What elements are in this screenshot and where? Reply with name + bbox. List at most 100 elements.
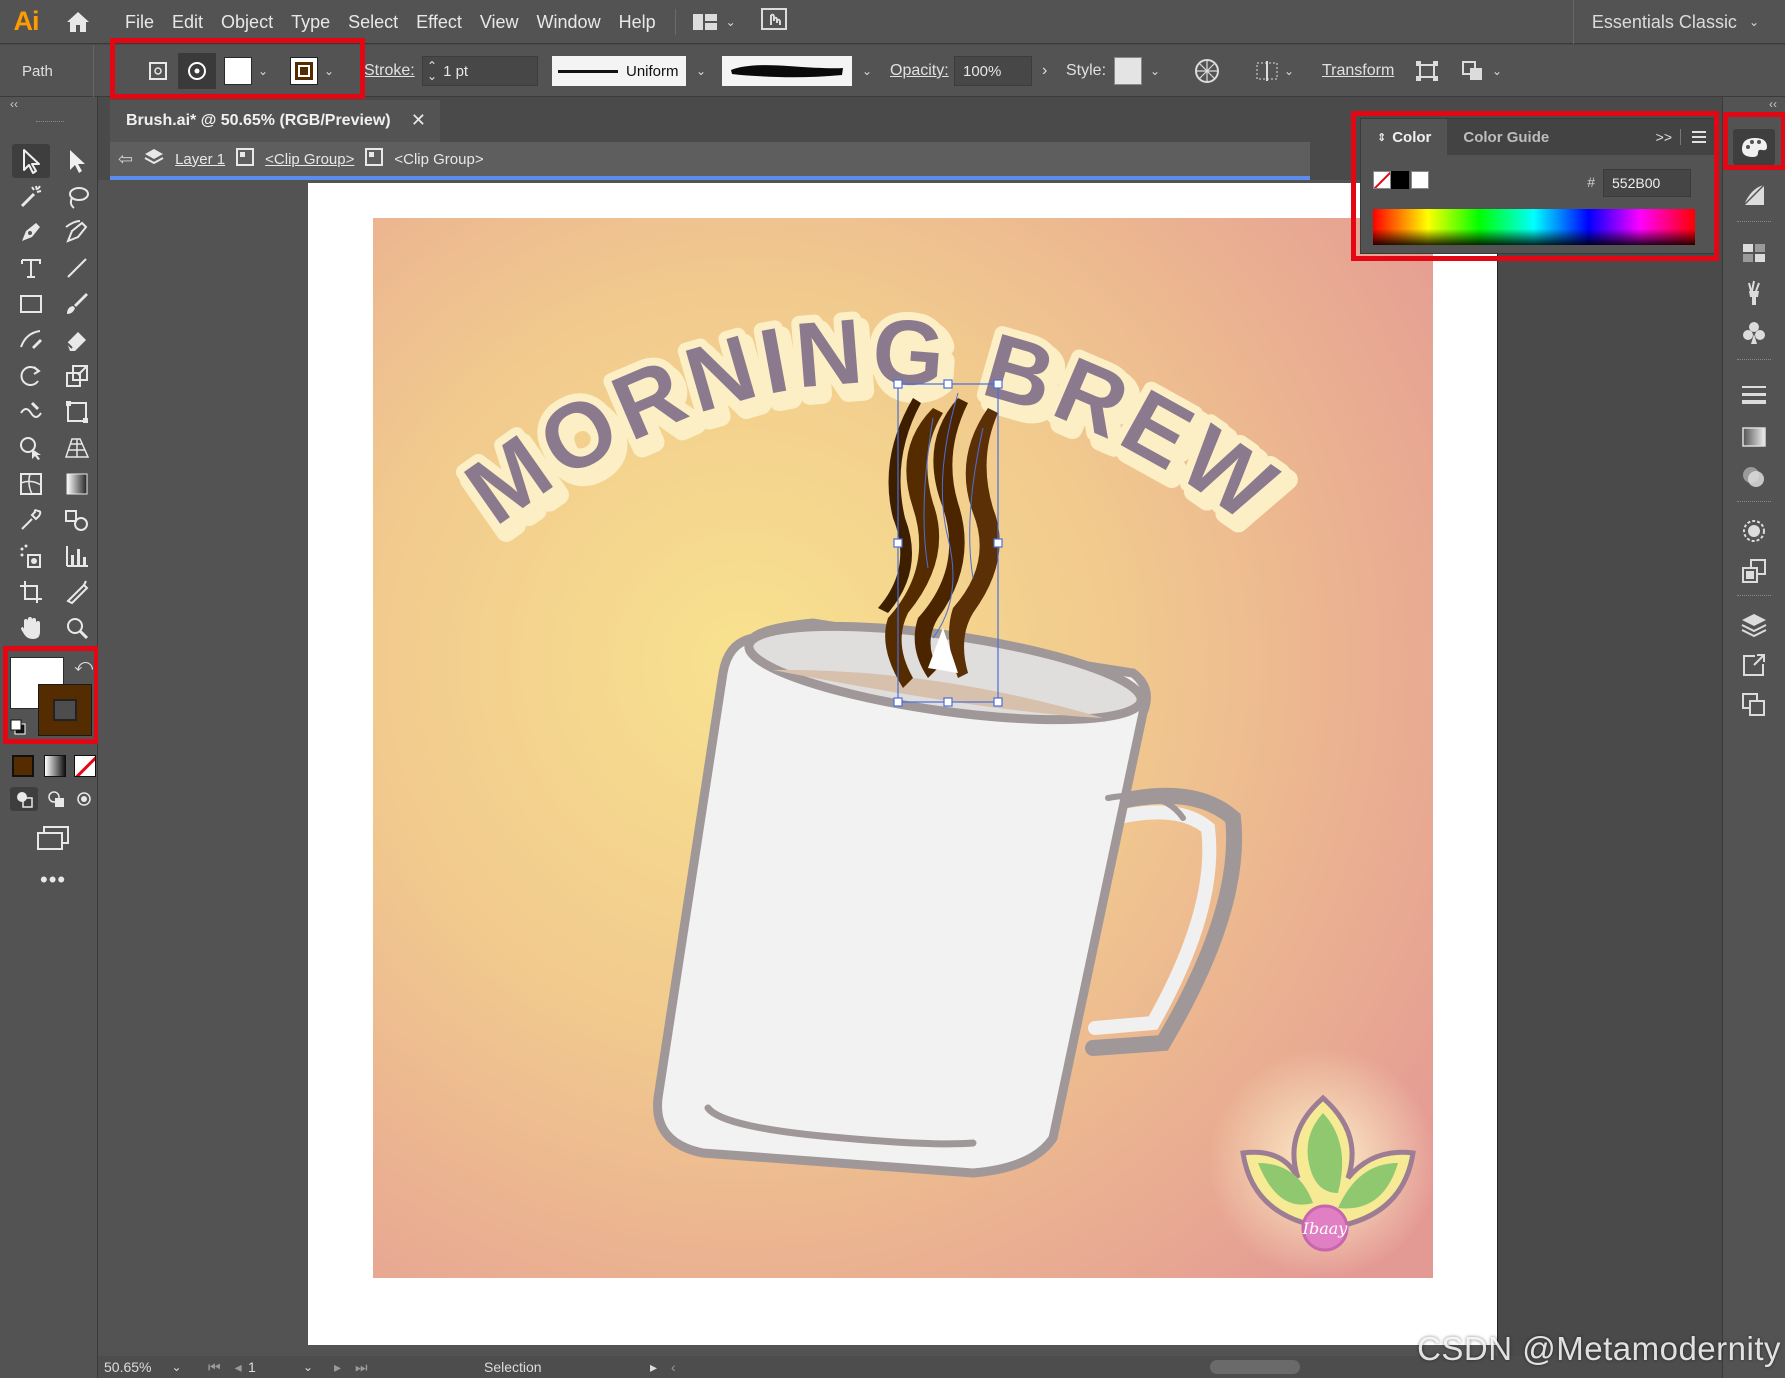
draw-inside-icon[interactable] [70, 787, 98, 811]
stroke-weight-value[interactable]: 1 pt [443, 63, 529, 80]
type-tool-icon[interactable] [12, 251, 50, 285]
gradient-panel-icon[interactable] [1733, 419, 1775, 455]
chevron-down-icon[interactable]: ⌄ [1150, 64, 1160, 78]
color-mode-icon[interactable] [12, 755, 34, 777]
document-tab[interactable]: Brush.ai* @ 50.65% (RGB/Preview) ✕ [110, 100, 440, 142]
zoom-level[interactable]: 50.65% [104, 1359, 151, 1375]
variable-width-profile[interactable]: Uniform [552, 56, 686, 86]
chevron-down-icon[interactable]: ⌄ [324, 64, 334, 78]
scroll-left-icon[interactable]: ‹ [671, 1359, 676, 1375]
chevron-down-icon[interactable]: ⌄ [171, 1360, 181, 1374]
menu-file[interactable]: File [116, 0, 163, 44]
horizontal-scrollbar-thumb[interactable] [1210, 1360, 1300, 1374]
transform-link[interactable]: Transform [1322, 62, 1394, 80]
chevron-right-icon[interactable]: › [1042, 62, 1047, 80]
brushes-icon[interactable] [1733, 275, 1775, 311]
symbol-sprayer-icon[interactable] [12, 539, 50, 573]
draw-behind-icon[interactable] [42, 787, 70, 811]
dock-grip[interactable] [1737, 359, 1771, 362]
screen-mode-icon[interactable] [36, 825, 70, 856]
selection-tool-icon[interactable] [12, 144, 50, 178]
swap-colors-icon[interactable]: ⤺ [74, 655, 93, 676]
tab-color[interactable]: ⇕ Color [1361, 119, 1448, 155]
magic-wand-icon[interactable] [12, 180, 50, 214]
arrange-documents-icon[interactable]: ⌄ [686, 12, 742, 32]
menu-help[interactable]: Help [610, 0, 665, 44]
menu-effect[interactable]: Effect [407, 0, 471, 44]
arrange-icon[interactable]: ⌄ [1460, 45, 1502, 97]
collapse-dock-icon[interactable]: ‹‹ [1769, 97, 1777, 111]
stroke-color-proxy[interactable] [38, 684, 92, 736]
first-artboard-icon[interactable]: ⏮ [208, 1359, 221, 1376]
dock-grip[interactable] [1737, 501, 1771, 504]
menu-edit[interactable]: Edit [163, 0, 212, 44]
hex-color-value[interactable]: 552B00 [1612, 175, 1660, 191]
color-guide-icon[interactable] [1733, 177, 1775, 213]
paintbrush-icon[interactable] [58, 287, 96, 321]
shape-builder-icon[interactable] [12, 431, 50, 465]
stroke-swatch[interactable] [290, 57, 318, 85]
stroke-weight-stepper[interactable]: ⌃ ⌄ 1 pt [422, 56, 538, 86]
symbols-icon[interactable] [1733, 315, 1775, 351]
shape-transform-icon[interactable] [1414, 45, 1440, 97]
slice-icon[interactable] [58, 575, 96, 609]
none-color-swatch[interactable] [1373, 171, 1391, 189]
tab-color-guide[interactable]: Color Guide [1447, 119, 1565, 155]
white-color-swatch[interactable] [1411, 171, 1429, 189]
chevron-down-icon[interactable]: ⌄ [696, 64, 706, 78]
isolate-object-icon[interactable] [178, 53, 216, 89]
stroke-panel-icon[interactable] [1733, 377, 1775, 413]
free-transform-icon[interactable] [58, 395, 96, 429]
recolor-artwork-icon[interactable] [1194, 45, 1220, 97]
status-menu-arrow-icon[interactable]: ▸ [650, 1359, 657, 1376]
dock-grip[interactable] [1737, 595, 1771, 598]
graph-icon[interactable] [58, 539, 96, 573]
opacity-value[interactable]: 100% [963, 63, 1001, 80]
fill-swatch-control[interactable]: ⌄ [224, 45, 268, 97]
last-artboard-icon[interactable]: ⏭ [355, 1359, 368, 1376]
breadcrumb-clip-group-1[interactable]: <Clip Group> [265, 151, 354, 168]
transparency-icon[interactable] [1733, 459, 1775, 495]
eyedropper-icon[interactable] [12, 503, 50, 537]
workspace-switcher[interactable]: Essentials Classic ⌄ [1572, 0, 1759, 44]
eraser-icon[interactable] [58, 323, 96, 357]
stroke-swatch-control[interactable]: ⌄ [290, 45, 334, 97]
stroke-label[interactable]: Stroke: [364, 62, 415, 80]
swatches-icon[interactable] [1733, 235, 1775, 271]
menu-view[interactable]: View [471, 0, 528, 44]
artwork[interactable]: MORNING BREW MORNING BREW MORNING BREW I… [373, 218, 1433, 1278]
appearance-icon[interactable] [1733, 513, 1775, 549]
graphic-style-swatch[interactable] [1114, 57, 1143, 85]
panel-menu-icon[interactable] [1681, 119, 1717, 155]
collapse-panel-icon[interactable]: ‹‹ [10, 97, 18, 111]
expand-panel-icon[interactable]: >> [1648, 119, 1680, 155]
blend-icon[interactable] [58, 503, 96, 537]
asset-export-icon[interactable] [1733, 647, 1775, 683]
menu-object[interactable]: Object [212, 0, 282, 44]
gradient-tool-icon[interactable] [58, 467, 96, 501]
hex-color-field[interactable]: 552B00 [1603, 169, 1691, 197]
draw-normal-icon[interactable] [10, 787, 38, 811]
perspective-grid-icon[interactable] [58, 431, 96, 465]
menu-window[interactable]: Window [528, 0, 610, 44]
artboard-tool-icon[interactable] [12, 575, 50, 609]
curvature-tool-icon[interactable] [58, 215, 96, 249]
toolbar-grip[interactable] [36, 121, 64, 124]
chevron-down-icon[interactable]: ⌄ [258, 64, 268, 78]
shaper-tool-icon[interactable] [12, 323, 50, 357]
brush-definition[interactable] [722, 56, 852, 86]
mesh-icon[interactable] [12, 467, 50, 501]
direct-selection-tool-icon[interactable] [58, 144, 96, 178]
artboards-icon[interactable] [1733, 687, 1775, 723]
back-arrow-icon[interactable]: ⇦ [118, 149, 133, 170]
dock-grip[interactable] [1737, 115, 1771, 118]
fill-swatch[interactable] [224, 57, 252, 85]
dock-grip[interactable] [1737, 221, 1771, 224]
gradient-mode-icon[interactable] [44, 755, 66, 777]
menu-select[interactable]: Select [339, 0, 407, 44]
graphic-styles-icon[interactable] [1733, 553, 1775, 589]
color-panel-icon[interactable] [1733, 129, 1775, 165]
previous-artboard-icon[interactable]: ◂ [235, 1359, 242, 1376]
align-options-icon[interactable]: ⌄ [1254, 45, 1294, 97]
lasso-icon[interactable] [58, 180, 96, 214]
